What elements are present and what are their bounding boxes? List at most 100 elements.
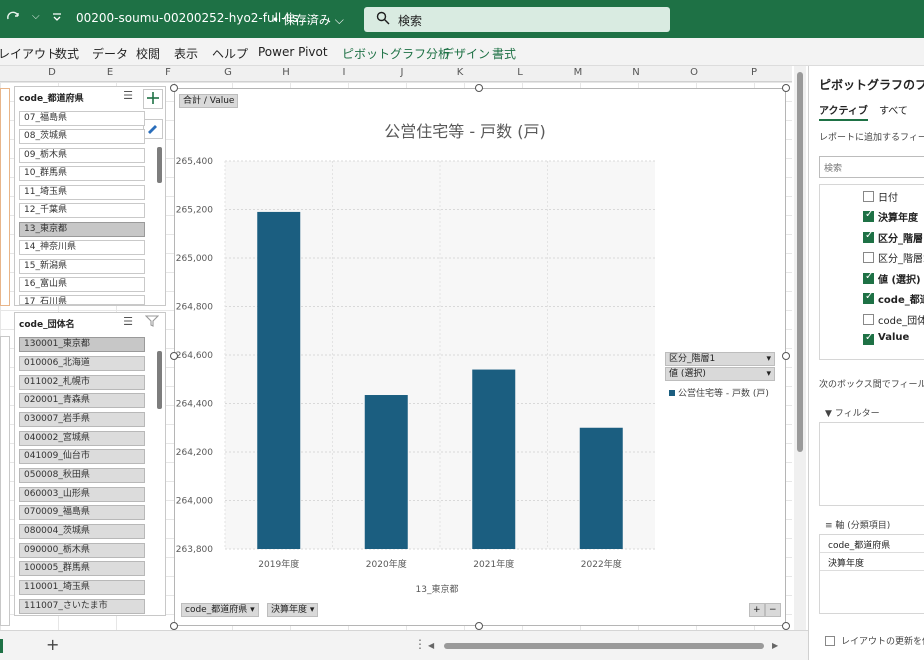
tab-all-fields[interactable]: すべて <box>879 102 908 117</box>
tab-format[interactable]: 書式 <box>492 45 516 62</box>
axis-item[interactable]: code_都道府県 <box>820 535 924 553</box>
slicer-item[interactable]: 011002_札幌市 <box>19 375 145 390</box>
saved-status[interactable]: • 保存済み ⌵ <box>272 11 344 28</box>
resize-handle[interactable] <box>782 352 790 360</box>
horizontal-scrollbar[interactable] <box>444 643 764 649</box>
brush-icon[interactable] <box>143 119 163 139</box>
tab-review[interactable]: 校閲 <box>136 45 160 62</box>
resize-handle[interactable] <box>782 622 790 630</box>
slicer-item[interactable]: 080004_茨城県 <box>19 524 145 539</box>
slicer-item[interactable]: 17_石川県 <box>19 295 145 305</box>
slicer-item[interactable]: 090000_栃木県 <box>19 543 145 558</box>
slicer-item-selected[interactable]: 130001_東京都 <box>19 337 145 352</box>
field-checkbox-date[interactable] <box>863 191 874 202</box>
tab-power-pivot[interactable]: Power Pivot <box>258 45 328 59</box>
field-checkbox-prefecture[interactable] <box>863 291 874 304</box>
tab-layout[interactable]: レイアウト <box>0 45 58 62</box>
slicer-item[interactable]: 111007_さいたま市 <box>19 599 145 614</box>
slicer-partial[interactable] <box>0 336 10 626</box>
slicer-item[interactable]: 060003_山形県 <box>19 487 145 502</box>
column-header[interactable]: E <box>100 67 120 78</box>
slicer-item[interactable]: 16_富山県 <box>19 277 145 292</box>
column-header[interactable]: N <box>626 67 646 78</box>
field-checkbox-level2[interactable] <box>863 252 874 263</box>
resize-handle[interactable] <box>170 352 178 360</box>
slicer-item-selected[interactable]: 13_東京都 <box>19 222 145 237</box>
column-header[interactable]: K <box>450 67 470 78</box>
field-search-input[interactable]: 検索 <box>819 156 924 178</box>
slicer-item[interactable]: 030007_岩手県 <box>19 412 145 427</box>
axis-drop-area[interactable]: code_都道府県 決算年度 <box>819 534 924 614</box>
collapse-field-button[interactable]: − <box>765 603 781 617</box>
slicer-item[interactable]: 010006_北海道 <box>19 356 145 371</box>
slicer-item[interactable]: 09_栃木県 <box>19 148 145 163</box>
slicer-item[interactable]: 10_群馬県 <box>19 166 145 181</box>
slicer-item[interactable]: 041009_仙台市 <box>19 449 145 464</box>
resize-handle[interactable] <box>170 622 178 630</box>
column-header[interactable]: O <box>684 67 704 78</box>
slicer-item[interactable]: 08_茨城県 <box>19 129 145 144</box>
resize-handle[interactable] <box>475 622 483 630</box>
slicer-item[interactable]: 040002_宮城県 <box>19 431 145 446</box>
column-header[interactable]: D <box>42 67 62 78</box>
field-checkbox-year[interactable] <box>863 209 874 222</box>
scroll-left-icon[interactable]: ◀ <box>428 641 434 650</box>
expand-field-button[interactable]: + <box>749 603 765 617</box>
tab-design[interactable]: デザイン <box>442 45 490 62</box>
tab-pivotchart-analyze[interactable]: ピボットグラフ分析 <box>342 45 450 62</box>
slicer-item[interactable]: 15_新潟県 <box>19 259 145 274</box>
slicer-item[interactable]: 070009_福島県 <box>19 505 145 520</box>
slicer-item[interactable]: 07_福島県 <box>19 111 145 126</box>
multi-select-icon[interactable]: ☰ <box>119 315 137 331</box>
resize-handle[interactable] <box>170 84 178 92</box>
slicer-organization[interactable]: code_団体名 ☰ 130001_東京都 010006_北海道 011002_… <box>14 312 166 616</box>
column-header[interactable]: G <box>218 67 238 78</box>
resize-handle[interactable] <box>475 84 483 92</box>
column-header[interactable]: I <box>334 67 354 78</box>
bar[interactable] <box>579 427 623 549</box>
redo-icon[interactable] <box>6 11 22 29</box>
pivot-chart[interactable]: 合計 / Value 263,800 264,000 264,200 264,400 2… <box>174 88 786 626</box>
slicer-scrollbar[interactable] <box>157 147 162 183</box>
scroll-right-icon[interactable]: ▶ <box>772 641 778 650</box>
add-icon[interactable] <box>143 89 163 109</box>
scroll-thumb[interactable] <box>797 72 803 452</box>
column-header[interactable]: H <box>276 67 296 78</box>
tab-data[interactable]: データ <box>92 45 128 62</box>
customize-qat-icon[interactable] <box>52 11 62 27</box>
bar[interactable] <box>257 211 301 550</box>
slicer-item[interactable]: 020001_青森県 <box>19 393 145 408</box>
column-header[interactable]: M <box>568 67 588 78</box>
tab-formulas[interactable]: 数式 <box>55 45 79 62</box>
add-sheet-button[interactable]: + <box>46 635 59 654</box>
slicer-item[interactable]: 100005_群馬県 <box>19 561 145 576</box>
slicer-item[interactable]: 110001_埼玉県 <box>19 580 145 595</box>
column-header[interactable]: P <box>744 67 764 78</box>
axis-field-button[interactable]: code_都道府県 ▾ <box>181 603 259 617</box>
field-checkbox-level1[interactable] <box>863 230 874 243</box>
vertical-scrollbar[interactable] <box>794 66 806 630</box>
defer-update-checkbox[interactable] <box>825 636 835 646</box>
column-header[interactable]: F <box>158 67 178 78</box>
field-checkbox-value-select[interactable] <box>863 271 874 284</box>
legend-field-button[interactable]: 区分_階層1 ▾ <box>665 352 775 366</box>
tab-help[interactable]: ヘルプ <box>212 45 248 62</box>
axis-item[interactable]: 決算年度 <box>820 553 924 571</box>
field-checkbox-value[interactable] <box>863 332 874 345</box>
tab-active-fields[interactable]: アクティブ <box>819 102 868 121</box>
search-box[interactable]: 検索 <box>364 7 670 32</box>
slicer-item[interactable]: 14_神奈川県 <box>19 240 145 255</box>
tab-splitter-handle[interactable]: ⋮ <box>414 637 426 651</box>
tab-view[interactable]: 表示 <box>174 45 198 62</box>
filter-drop-area[interactable] <box>819 422 924 506</box>
slicer-item[interactable]: 11_埼玉県 <box>19 185 145 200</box>
axis-field-button[interactable]: 決算年度 ▾ <box>267 603 319 617</box>
slicer-partial[interactable] <box>0 88 10 306</box>
column-header[interactable]: L <box>510 67 530 78</box>
slicer-item[interactable]: 12_千葉県 <box>19 203 145 218</box>
slicer-item[interactable]: 050008_秋田県 <box>19 468 145 483</box>
slicer-scrollbar[interactable] <box>157 351 162 409</box>
field-checkbox-org[interactable] <box>863 314 874 325</box>
multi-select-icon[interactable]: ☰ <box>119 89 137 105</box>
resize-handle[interactable] <box>782 84 790 92</box>
